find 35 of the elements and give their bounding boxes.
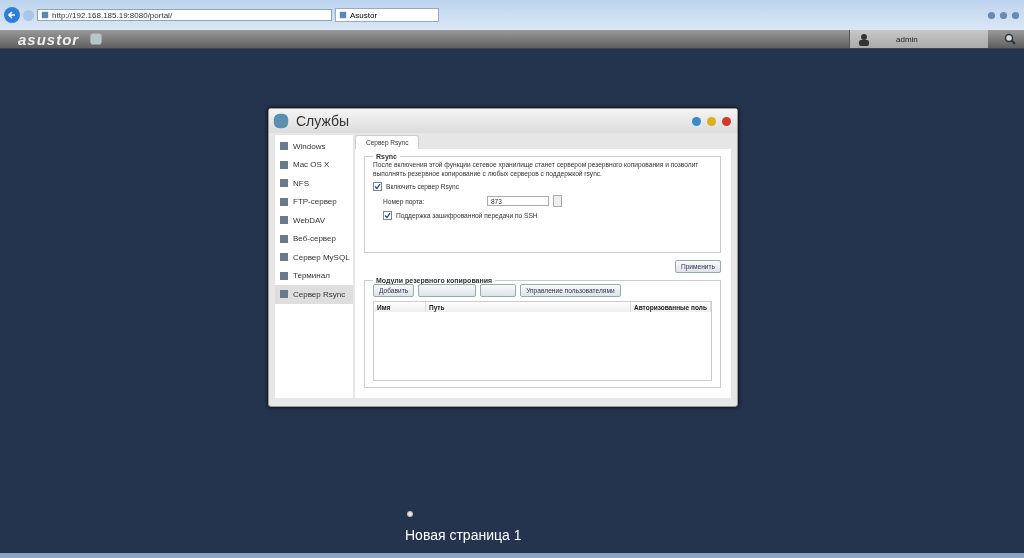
sidebar-item[interactable]: Веб-сервер bbox=[275, 229, 353, 248]
sidebar-item[interactable]: Терминал bbox=[275, 266, 353, 285]
back-button[interactable] bbox=[4, 7, 20, 23]
browser-tab[interactable]: Asustor bbox=[335, 8, 439, 22]
sidebar-item[interactable]: Сервер MySQL bbox=[275, 248, 353, 267]
logo: asustor bbox=[18, 30, 80, 48]
service-icon bbox=[279, 270, 289, 281]
service-icon bbox=[279, 289, 289, 300]
service-icon bbox=[279, 252, 289, 263]
checkbox[interactable] bbox=[383, 211, 392, 221]
service-icon bbox=[279, 233, 289, 244]
user-icon bbox=[858, 32, 870, 46]
desktop-icon-label[interactable]: Новая страница 1 bbox=[405, 527, 522, 543]
arrow-icon bbox=[7, 10, 17, 20]
sidebar-item[interactable]: NFS bbox=[275, 174, 353, 193]
user-name: admin bbox=[896, 34, 918, 44]
app-icon bbox=[272, 112, 290, 130]
sidebar-item[interactable]: FTP-сервер bbox=[275, 192, 353, 211]
sidebar-item[interactable]: Сервер Rsync bbox=[275, 285, 353, 304]
sidebar-item[interactable]: Mac OS X bbox=[275, 155, 353, 174]
url-text: http://192.168.185.19:8080/portal/ bbox=[52, 10, 173, 20]
help-icon[interactable] bbox=[692, 116, 701, 126]
close-icon[interactable] bbox=[722, 116, 731, 126]
address-bar[interactable]: http://192.168.185.19:8080/portal/ bbox=[37, 9, 332, 21]
service-icon bbox=[279, 196, 289, 207]
service-icon bbox=[279, 159, 289, 170]
service-icon bbox=[279, 178, 289, 189]
window-title: Службы bbox=[296, 113, 350, 129]
sidebar-item[interactable]: WebDAV bbox=[275, 211, 353, 230]
sidebar-item[interactable]: Windows bbox=[275, 137, 353, 156]
service-icon bbox=[279, 141, 289, 152]
checkbox[interactable] bbox=[373, 182, 382, 192]
search-icon[interactable] bbox=[1004, 33, 1016, 45]
service-icon bbox=[279, 215, 289, 226]
spinner-button[interactable] bbox=[553, 195, 562, 208]
